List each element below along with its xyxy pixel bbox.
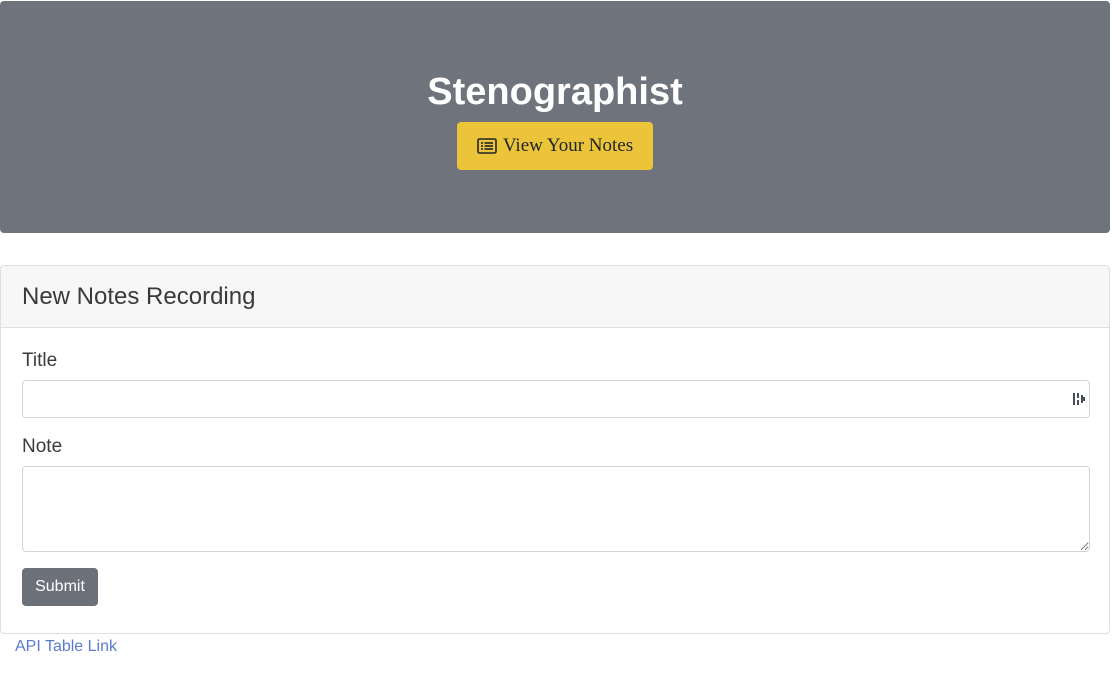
- view-notes-button[interactable]: View Your Notes: [457, 122, 653, 170]
- note-textarea[interactable]: [22, 466, 1090, 552]
- view-notes-label: View Your Notes: [502, 135, 634, 156]
- site-title: Stenographist: [427, 71, 683, 113]
- api-table-link[interactable]: API Table Link: [15, 637, 117, 657]
- title-label: Title: [22, 350, 58, 371]
- note-label: Note: [22, 436, 63, 457]
- new-note-card: New Notes Recording Title Note Submit: [0, 265, 1110, 634]
- submit-button[interactable]: Submit: [22, 568, 98, 606]
- password-manager-icon[interactable]: [1073, 392, 1085, 406]
- card-header: New Notes Recording: [1, 266, 1109, 328]
- title-input[interactable]: [22, 380, 1090, 418]
- header-jumbotron: Stenographist View Your Notes: [0, 1, 1110, 233]
- card-title: New Notes Recording: [22, 282, 256, 310]
- list-alt-icon: [477, 138, 497, 154]
